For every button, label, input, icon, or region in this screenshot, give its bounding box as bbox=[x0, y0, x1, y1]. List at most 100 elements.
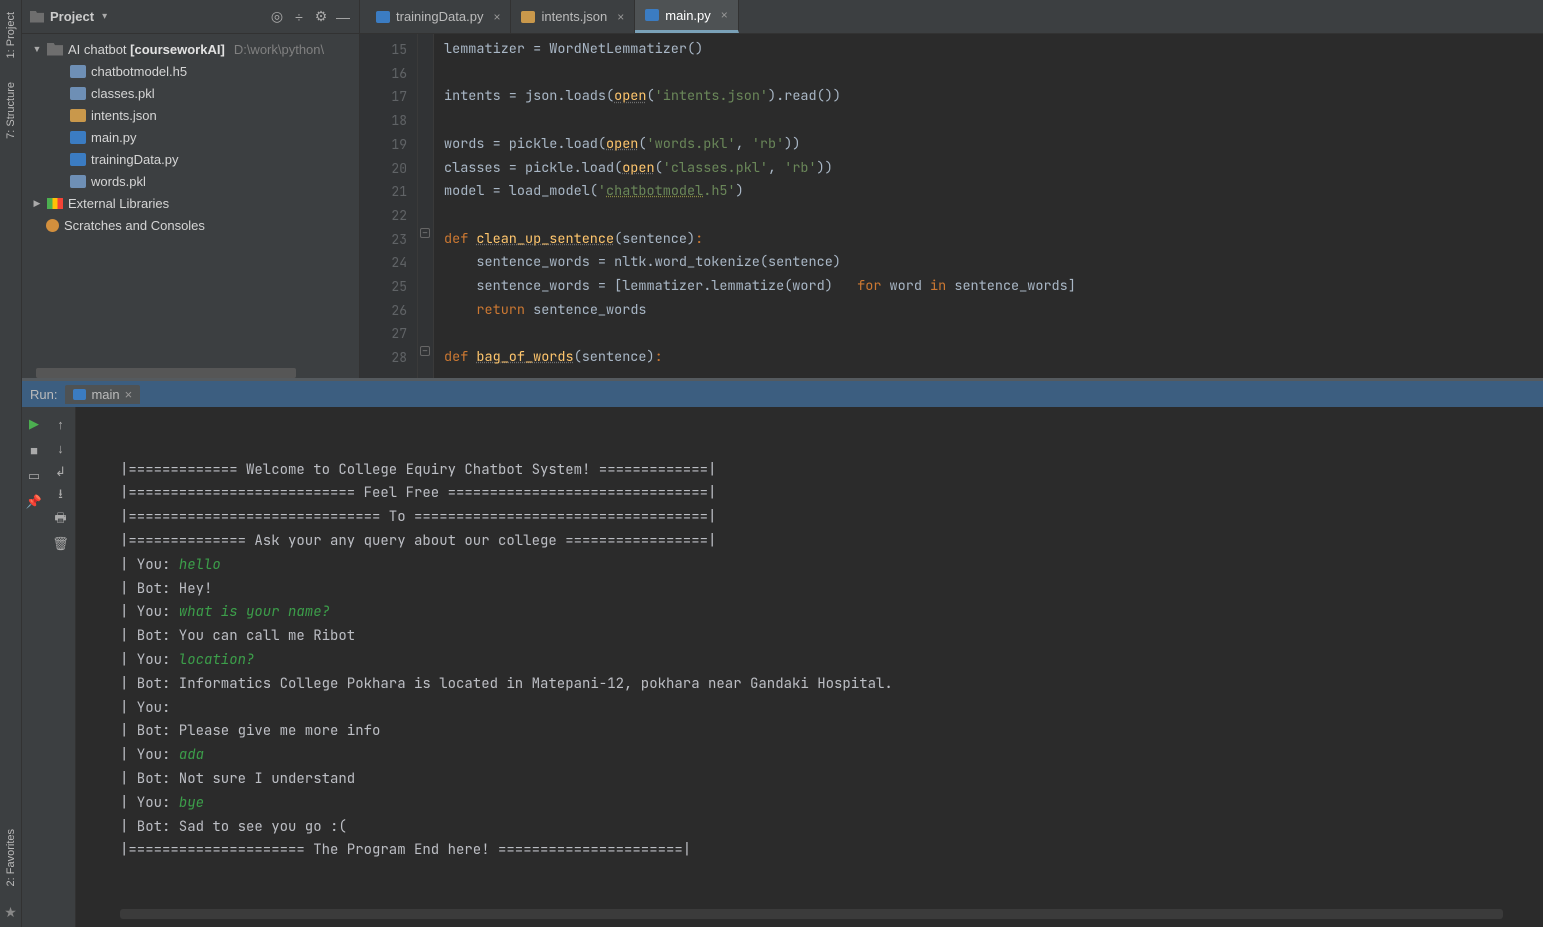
editor-tab[interactable]: intents.json × bbox=[511, 0, 635, 33]
vtab-structure[interactable]: 7: Structure bbox=[3, 70, 19, 151]
file-name: words.pkl bbox=[91, 174, 146, 189]
tree-file[interactable]: trainingData.py bbox=[22, 148, 359, 170]
favorite-star-icon: ★ bbox=[4, 898, 17, 927]
chevron-right-icon[interactable]: ▶ bbox=[32, 198, 42, 209]
console-line: | You: location? bbox=[120, 649, 1543, 673]
wrap-icon[interactable]: ↲ bbox=[54, 465, 68, 479]
minimize-icon[interactable]: — bbox=[335, 9, 351, 25]
project-title[interactable]: Project bbox=[50, 9, 94, 24]
pkl-icon bbox=[70, 87, 86, 100]
console-line: |============= Welcome to College Equiry… bbox=[120, 459, 1543, 483]
tab-label: main.py bbox=[665, 8, 711, 23]
editor-tab[interactable]: trainingData.py × bbox=[366, 0, 511, 33]
editor-tabs: trainingData.py × intents.json × main.py × bbox=[360, 0, 1543, 34]
run-header: Run: main × bbox=[22, 381, 1543, 407]
json-icon bbox=[70, 109, 86, 122]
editor-tab[interactable]: main.py × bbox=[635, 0, 739, 33]
trash-icon[interactable]: 🗑 bbox=[54, 537, 68, 551]
print-icon[interactable]: 🖶 bbox=[54, 513, 68, 527]
file-name: intents.json bbox=[91, 108, 157, 123]
stop-icon[interactable]: ■ bbox=[27, 443, 41, 457]
project-icon bbox=[30, 11, 44, 23]
gear-icon[interactable]: ⚙ bbox=[313, 9, 329, 25]
console-line: | You: ada bbox=[120, 744, 1543, 768]
run-tab-label: main bbox=[91, 387, 119, 402]
fold-gutter[interactable]: –– bbox=[418, 34, 434, 378]
fold-marker[interactable]: – bbox=[420, 346, 430, 356]
file-name: classes.pkl bbox=[91, 86, 155, 101]
py-icon bbox=[376, 11, 390, 23]
folder-icon bbox=[47, 43, 63, 56]
console-line: |============== Ask your any query about… bbox=[120, 530, 1543, 554]
console-line: | Bot: Please give me more info bbox=[120, 720, 1543, 744]
tree-file[interactable]: intents.json bbox=[22, 104, 359, 126]
close-icon[interactable]: × bbox=[493, 10, 500, 24]
scratches-and-consoles[interactable]: Scratches and Consoles bbox=[22, 214, 359, 236]
py-icon bbox=[70, 153, 86, 166]
console-line: |============================== To =====… bbox=[120, 506, 1543, 530]
console-line: | Bot: Hey! bbox=[120, 578, 1543, 602]
left-rail: 1: Project 7: Structure 2: Favorites ★ bbox=[0, 0, 22, 927]
close-icon[interactable]: × bbox=[617, 10, 624, 24]
run-toolbar-left: ▶ ■ ▭ 📌 bbox=[22, 407, 46, 927]
py-icon bbox=[70, 131, 86, 144]
console-line: |===================== The Program End h… bbox=[120, 839, 1543, 863]
editor-area: trainingData.py × intents.json × main.py × 15… bbox=[360, 0, 1543, 378]
project-panel-header: Project ▾ ◎ ÷ ⚙ — bbox=[22, 0, 359, 34]
file-name: chatbotmodel.h5 bbox=[91, 64, 187, 79]
json-icon bbox=[521, 11, 535, 23]
tree-file[interactable]: classes.pkl bbox=[22, 82, 359, 104]
project-h-scrollbar[interactable] bbox=[22, 368, 359, 378]
py-icon bbox=[645, 9, 659, 21]
h5-icon bbox=[70, 65, 86, 78]
fold-marker[interactable]: – bbox=[420, 228, 430, 238]
tree-file[interactable]: main.py bbox=[22, 126, 359, 148]
console-line: | You: what is your name? bbox=[120, 601, 1543, 625]
tree-file[interactable]: words.pkl bbox=[22, 170, 359, 192]
console-line: | You: bbox=[120, 697, 1543, 721]
play-icon[interactable]: ▶ bbox=[27, 417, 41, 431]
console-line: | Bot: You can call me Ribot bbox=[120, 625, 1543, 649]
line-gutter: 1516171819202122232425262728 bbox=[360, 34, 418, 378]
project-tree[interactable]: ▼ AI chatbot [courseworkAI] D:\work\pyth… bbox=[22, 34, 359, 368]
code-editor[interactable]: lemmatizer = WordNetLemmatizer() intents… bbox=[434, 34, 1543, 378]
console-line: | You: hello bbox=[120, 554, 1543, 578]
run-tool-window: Run: main × ▶ ■ ▭ 📌 ↑ ↓ ↲ ⭳ bbox=[22, 378, 1543, 927]
project-tool-window: Project ▾ ◎ ÷ ⚙ — ▼ AI chatbot [coursewo… bbox=[22, 0, 360, 378]
pkl-icon bbox=[70, 175, 86, 188]
python-icon bbox=[73, 389, 86, 400]
console-line: | Bot: Sad to see you go :( bbox=[120, 816, 1543, 840]
console-line: | You: bye bbox=[120, 792, 1543, 816]
chevron-down-icon[interactable]: ▼ bbox=[32, 44, 42, 54]
console-h-scrollbar[interactable] bbox=[120, 909, 1503, 919]
file-name: main.py bbox=[91, 130, 137, 145]
vtab-project[interactable]: 1: Project bbox=[3, 0, 19, 70]
tab-label: intents.json bbox=[541, 9, 607, 24]
run-toolbar-right: ↑ ↓ ↲ ⭳ 🖶 🗑 bbox=[46, 407, 76, 927]
tree-root[interactable]: ▼ AI chatbot [courseworkAI] D:\work\pyth… bbox=[22, 38, 359, 60]
divide-icon[interactable]: ÷ bbox=[291, 9, 307, 25]
run-tab[interactable]: main × bbox=[65, 385, 140, 404]
pin-icon[interactable]: 📌 bbox=[27, 495, 41, 509]
console-line: | Bot: Not sure I understand bbox=[120, 768, 1543, 792]
chevron-down-icon[interactable]: ▾ bbox=[102, 11, 107, 22]
run-console[interactable]: |============= Welcome to College Equiry… bbox=[76, 407, 1543, 927]
up-icon[interactable]: ↑ bbox=[54, 417, 68, 431]
target-icon[interactable]: ◎ bbox=[269, 9, 285, 25]
tab-label: trainingData.py bbox=[396, 9, 483, 24]
close-icon[interactable]: × bbox=[125, 387, 133, 402]
console-line: |=========================== Feel Free =… bbox=[120, 482, 1543, 506]
scratch-icon bbox=[46, 219, 59, 232]
console-line: | Bot: Informatics College Pokhara is lo… bbox=[120, 673, 1543, 697]
run-label: Run: bbox=[30, 387, 57, 402]
library-icon bbox=[47, 198, 63, 209]
settings-icon[interactable]: ▭ bbox=[27, 469, 41, 483]
external-libraries[interactable]: ▶ External Libraries bbox=[22, 192, 359, 214]
vtab-favorites[interactable]: 2: Favorites bbox=[3, 817, 19, 898]
root-path: D:\work\python\ bbox=[234, 42, 324, 57]
down-icon[interactable]: ↓ bbox=[54, 441, 68, 455]
file-name: trainingData.py bbox=[91, 152, 178, 167]
scroll-icon[interactable]: ⭳ bbox=[54, 489, 68, 503]
close-icon[interactable]: × bbox=[721, 8, 728, 22]
tree-file[interactable]: chatbotmodel.h5 bbox=[22, 60, 359, 82]
